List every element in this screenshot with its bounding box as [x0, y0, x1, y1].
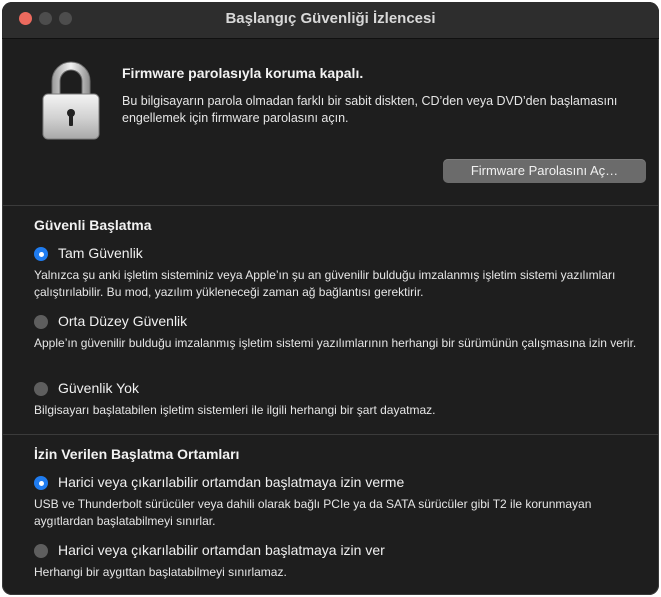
window-title: Başlangıç Güvenliği İzlencesi — [225, 10, 436, 27]
disallow-external-boot-description: USB ve Thunderbolt sürücüler veya dahili… — [34, 497, 592, 528]
disallow-external-boot-label: Harici veya çıkarılabilir ortamdan başla… — [58, 474, 405, 490]
section-divider — [2, 205, 659, 206]
disallow-external-boot-radio[interactable] — [34, 476, 48, 490]
lock-icon — [42, 61, 100, 140]
firmware-status-title: Firmware parolasıyla koruma kapalı. — [122, 65, 364, 81]
allow-external-boot-radio[interactable] — [34, 544, 48, 558]
full-security-radio[interactable] — [34, 247, 48, 261]
allow-external-boot-label: Harici veya çıkarılabilir ortamdan başla… — [58, 542, 385, 558]
medium-security-description: Apple’ın güvenilir bulduğu imzalanmış iş… — [34, 336, 637, 350]
full-security-label: Tam Güvenlik — [58, 245, 143, 261]
secure-boot-title: Güvenli Başlatma — [34, 217, 152, 233]
allowed-boot-media-title: İzin Verilen Başlatma Ortamları — [34, 446, 240, 462]
full-security-description: Yalnızca şu anki işletim sisteminiz veya… — [34, 268, 616, 299]
no-security-label: Güvenlik Yok — [58, 380, 139, 396]
allow-external-boot-description: Herhangi bir aygıttan başlatabilmeyi sın… — [34, 565, 287, 579]
startup-security-window: Başlangıç Güvenliği İzlencesi Firmware p… — [2, 2, 659, 595]
section-divider — [2, 434, 659, 435]
medium-security-label: Orta Düzey Güvenlik — [58, 313, 188, 329]
title-bar: Başlangıç Güvenliği İzlencesi — [2, 2, 659, 39]
medium-security-radio[interactable] — [34, 315, 48, 329]
firmware-section: Firmware parolasıyla koruma kapalı. Bu b… — [2, 39, 659, 205]
no-security-radio[interactable] — [34, 382, 48, 396]
no-security-description: Bilgisayarı başlatabilen işletim sisteml… — [34, 403, 436, 417]
firmware-description: Bu bilgisayarın parola olmadan farklı bi… — [122, 94, 618, 125]
turn-on-firmware-password-button[interactable]: Firmware Parolasını Aç… — [443, 159, 646, 183]
